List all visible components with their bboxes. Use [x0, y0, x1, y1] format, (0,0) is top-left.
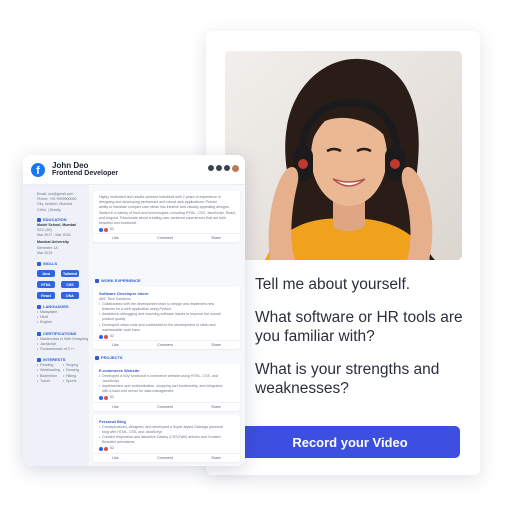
- contact-extra: CtHsl. | Dravity: [37, 207, 61, 212]
- candidate-photo: [225, 51, 462, 260]
- share-button[interactable]: Share: [211, 236, 221, 240]
- interest-item: Travel: [37, 379, 63, 384]
- candidate-photo-image: [225, 51, 462, 260]
- project-bullet: Developed a fully functional e-commerce …: [99, 374, 234, 379]
- notification-icon[interactable]: [224, 165, 230, 171]
- language-item: English: [37, 320, 87, 325]
- stage: Tell me about yourself. What software or…: [0, 0, 513, 506]
- like-reaction-icon: [99, 395, 103, 400]
- resume-header: f John Deo Frontend Developer: [23, 155, 245, 185]
- about-post: Highly motivated and results-oriented in…: [93, 191, 240, 243]
- reaction-count: 62: [110, 395, 114, 400]
- resume-feed: Highly motivated and results-oriented in…: [89, 185, 245, 466]
- comment-button[interactable]: Comment: [157, 405, 173, 409]
- messenger-icon[interactable]: [216, 165, 222, 171]
- skills-icon: [37, 262, 41, 267]
- facebook-icon: f: [31, 163, 45, 177]
- languages-icon: [37, 305, 41, 310]
- contact-block: Email: xxx@gmail.com Phone: +91 99999000…: [37, 192, 87, 213]
- certifications-icon: [37, 331, 41, 336]
- post-actions: Like Comment Share: [93, 233, 240, 242]
- like-reaction-icon: [99, 334, 103, 339]
- question-item: What is your strengths and weaknesses?: [255, 361, 440, 397]
- header-icons: [208, 165, 239, 172]
- love-reaction-icon: [104, 227, 108, 232]
- work-bullet: Assisted in debugging and resolving soft…: [99, 312, 234, 317]
- projects-title: PROJECTS: [95, 355, 123, 361]
- like-button[interactable]: Like: [112, 456, 119, 460]
- profile-name: John Deo: [52, 161, 89, 170]
- question-item: Tell me about yourself.: [255, 276, 411, 293]
- work-post: Software Developer Intern ABC Tech Solut…: [93, 287, 240, 350]
- record-video-button[interactable]: Record your Video: [240, 426, 460, 458]
- love-reaction-icon: [104, 334, 108, 339]
- certification-item: Fundamentals of C++: [37, 347, 87, 352]
- project-bullet: Conceptualized, designed, and developed …: [99, 425, 234, 430]
- question-item: What software or HR tools are you famili…: [255, 309, 463, 345]
- project-post: Personal Blog Conceptualized, designed, …: [93, 415, 240, 462]
- comment-button[interactable]: Comment: [157, 456, 173, 460]
- post-actions: Like Comment Share: [93, 401, 240, 411]
- education-line: Mar 2019: [37, 250, 53, 255]
- work-icon: [95, 279, 99, 283]
- like-reaction-icon: [99, 446, 103, 451]
- resume-card: f John Deo Frontend Developer Email: xxx…: [23, 155, 245, 466]
- avatar[interactable]: [232, 165, 239, 172]
- like-button[interactable]: Like: [112, 405, 119, 409]
- share-button[interactable]: Share: [211, 343, 221, 347]
- share-button[interactable]: Share: [211, 405, 221, 409]
- post-actions: Like Comment Share: [93, 452, 240, 462]
- profile-role: Frontend Developer: [52, 170, 119, 177]
- interest-item: Sports: [63, 379, 87, 384]
- post-actions: Like Comment Share: [93, 340, 240, 349]
- comment-button[interactable]: Comment: [157, 343, 173, 347]
- skill-chip: Tailwind: [61, 270, 79, 278]
- love-reaction-icon: [104, 395, 108, 400]
- question-list: Tell me about yourself. What software or…: [255, 275, 475, 412]
- love-reaction-icon: [104, 446, 108, 451]
- skill-chip: HTML: [37, 281, 55, 289]
- projects-icon: [95, 356, 99, 360]
- project-bullet: Implemented user authentication, shoppin…: [99, 384, 234, 389]
- about-text-line: ability to translate complex user ideas …: [99, 205, 230, 210]
- resume-sidebar: Email: xxx@gmail.com Phone: +91 99999000…: [23, 185, 89, 466]
- education-icon: [37, 217, 41, 222]
- reaction-count: 62: [110, 446, 114, 451]
- reaction-summary: 62: [93, 445, 240, 452]
- skill-chip: DNA: [61, 292, 79, 300]
- comment-button[interactable]: Comment: [157, 236, 173, 240]
- like-button[interactable]: Like: [112, 236, 119, 240]
- reaction-summary: 62: [93, 226, 240, 233]
- work-bullet: Collaborated with the development team t…: [99, 302, 234, 307]
- interests-icon: [37, 358, 41, 363]
- interests-grid: Reading Singing Webfeasting Dancing Badm…: [37, 363, 87, 384]
- project-post: E-commerce Website Developed a fully fun…: [93, 364, 240, 411]
- project-bullet: Created responsive and attractive Gatsby…: [99, 435, 234, 440]
- skill-chip: React: [37, 292, 55, 300]
- work-bullet: Developed clean code and contributed to …: [99, 323, 234, 328]
- work-experience-title: WORK EXPERIENCE: [95, 278, 141, 284]
- like-button[interactable]: Like: [112, 343, 119, 347]
- skill-chip: Java: [37, 270, 55, 278]
- reaction-count: 62: [110, 227, 114, 232]
- skill-chip: CSS: [61, 281, 79, 289]
- skills-title: SKILLS: [37, 261, 87, 267]
- share-button[interactable]: Share: [211, 456, 221, 460]
- like-reaction-icon: [99, 227, 103, 232]
- grid-icon[interactable]: [208, 165, 214, 171]
- skills-grid: Java Tailwind HTML CSS React DNA: [37, 270, 87, 300]
- reaction-count: 62: [110, 333, 114, 338]
- interview-card: Tell me about yourself. What software or…: [206, 31, 480, 475]
- education-line: Mar 2017 - Mar 2018: [37, 233, 71, 238]
- reaction-summary: 62: [93, 394, 240, 401]
- reaction-summary: 62: [93, 333, 240, 340]
